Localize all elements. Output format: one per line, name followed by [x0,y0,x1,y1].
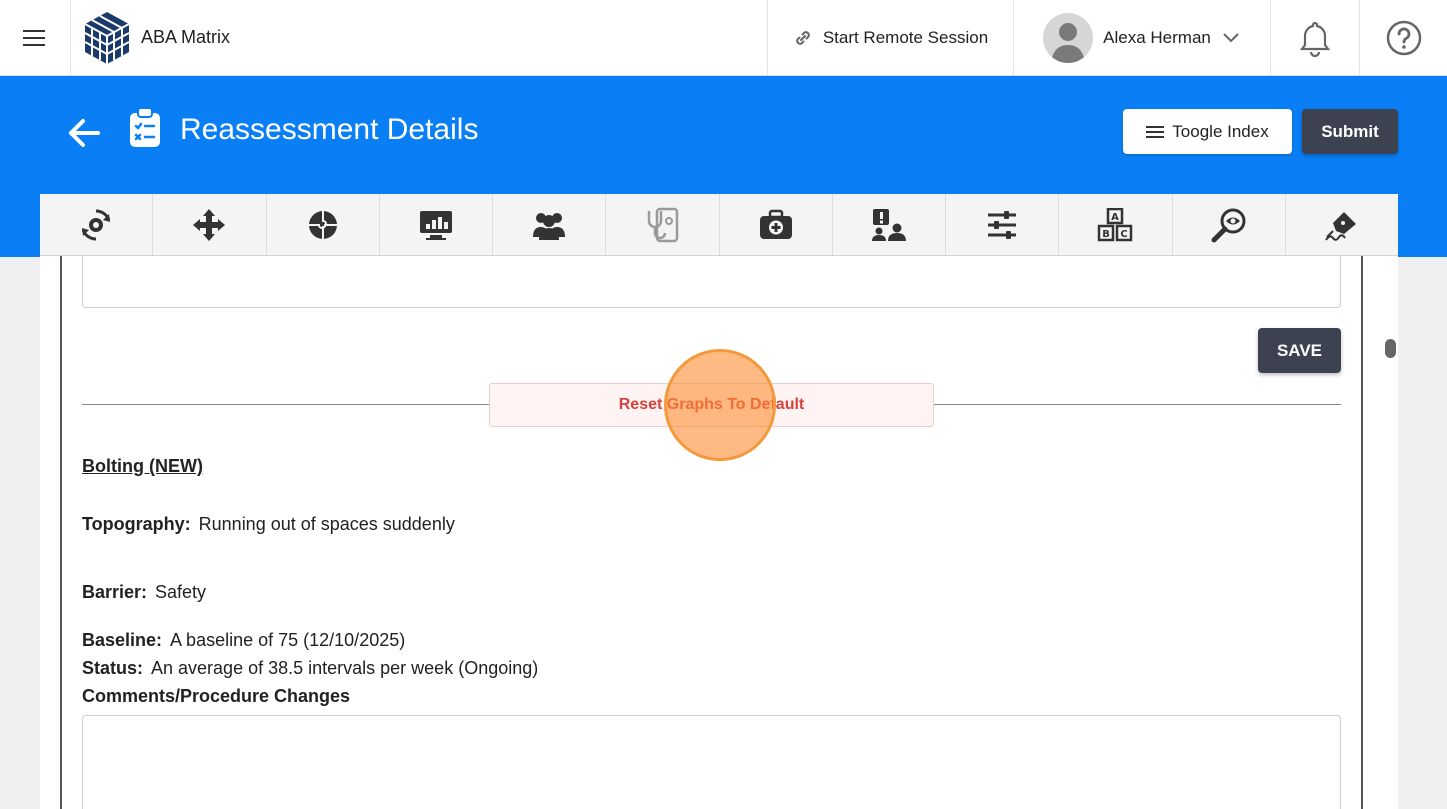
status-label: Status: [82,658,144,678]
topography-row: Topography: Running out of spaces suddenl… [82,514,455,535]
tab-cycle[interactable] [40,194,154,255]
previous-comments-textarea[interactable] [82,256,1341,308]
help-icon [1386,20,1421,55]
goal-title: Bolting (NEW) [82,456,203,476]
abc-blocks-icon: AB C [1098,207,1133,241]
baseline-label: Baseline: [82,630,163,650]
move-arrows-icon [193,208,226,241]
top-navbar: ABA Matrix Start Remote Session Alexa He… [0,0,1447,76]
tab-users[interactable] [493,194,607,255]
svg-text:C: C [1121,229,1128,240]
topography-label: Topography: [82,514,191,534]
remote-session-label: Start Remote Session [822,27,989,47]
reset-graphs-button[interactable]: Reset Graphs To Default [489,383,934,427]
tab-signature[interactable] [1286,194,1398,255]
chevron-down-icon [1223,32,1239,42]
tab-move[interactable] [153,194,267,255]
brand-name: ABA Matrix [141,27,231,47]
search-eye-icon [1211,208,1246,242]
barrier-label: Barrier: [82,582,148,602]
pen-sign-icon [1325,211,1356,241]
submit-button[interactable]: Submit [1302,109,1398,154]
tab-monitor[interactable] [380,194,493,255]
toggle-index-label: Toogle Index [1172,121,1269,141]
users-icon [533,212,566,240]
start-remote-session-button[interactable]: Start Remote Session [767,0,1013,75]
page-title: Reassessment Details [180,113,479,146]
tab-medical[interactable] [606,194,720,255]
toggle-index-button[interactable]: Toogle Index [1123,109,1292,154]
tab-alert-users[interactable] [833,194,946,255]
notifications-button[interactable] [1270,0,1359,75]
topography-value: Running out of spaces suddenly [198,514,455,534]
baseline-value: A baseline of 75 (12/10/2025) [170,630,406,650]
puzzle-gear-icon [308,210,337,239]
user-name: Alexa Herman [1103,27,1211,47]
back-button[interactable] [66,116,102,155]
comments-label: Comments/Procedure Changes [82,686,351,706]
medical-stethoscope-icon [648,207,679,242]
first-aid-kit-icon [759,209,792,239]
tab-observe[interactable] [1173,194,1286,255]
gear-cycle-icon [81,209,111,240]
status-row: Status: An average of 38.5 intervals per … [82,658,538,679]
barrier-row: Barrier: Safety [82,582,206,603]
tab-abc[interactable]: ABC [1059,194,1173,255]
bell-icon [1299,21,1331,57]
tab-puzzle[interactable] [267,194,380,255]
tab-settings[interactable] [946,194,1060,255]
avatar [1043,12,1094,63]
aba-matrix-logo-icon [84,11,130,64]
user-silhouette-icon [1051,22,1086,63]
arrow-left-icon [69,119,100,147]
hamburger-icon [23,29,45,46]
sliders-icon [988,210,1017,239]
comments-row: Comments/Procedure Changes [82,686,358,707]
clipboard-checklist-icon [128,107,162,154]
link-icon [796,30,810,45]
alert-users-icon [871,208,906,241]
baseline-row: Baseline: A baseline of 75 (12/10/2025) [82,630,405,651]
section-tabs: ABC [40,194,1398,256]
brand[interactable]: ABA Matrix [71,0,767,75]
svg-text:A: A [1112,212,1120,223]
scrollbar-thumb[interactable] [1385,339,1396,358]
monitor-chart-icon [419,210,452,240]
status-value: An average of 38.5 intervals per week (O… [151,658,539,678]
save-button[interactable]: SAVE [1258,328,1341,373]
help-button[interactable] [1359,0,1447,75]
list-icon [1146,125,1165,138]
hamburger-menu-button[interactable] [0,0,71,75]
comments-textarea[interactable] [82,715,1341,809]
tab-first-aid[interactable] [720,194,833,255]
barrier-value: Safety [155,582,207,602]
svg-text:B: B [1103,229,1111,240]
user-menu[interactable]: Alexa Herman [1013,0,1270,75]
